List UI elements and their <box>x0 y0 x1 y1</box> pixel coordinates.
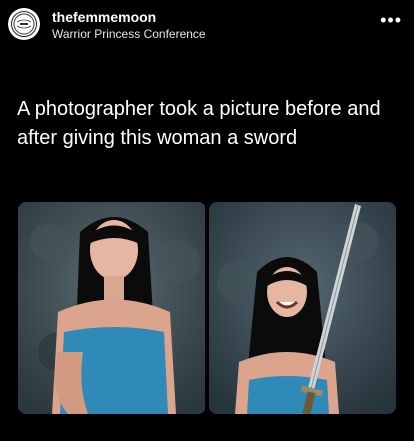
more-options-icon[interactable]: ••• <box>380 10 402 31</box>
before-photo <box>18 202 206 414</box>
after-photo <box>209 202 396 414</box>
avatar[interactable] <box>8 8 40 40</box>
avatar-logo <box>11 11 37 37</box>
post-header: thefemmemoon Warrior Princess Conference… <box>0 0 414 50</box>
location-label[interactable]: Warrior Princess Conference <box>52 27 206 41</box>
username[interactable]: thefemmemoon <box>52 9 156 25</box>
post-caption: A photographer took a picture before and… <box>17 98 381 149</box>
